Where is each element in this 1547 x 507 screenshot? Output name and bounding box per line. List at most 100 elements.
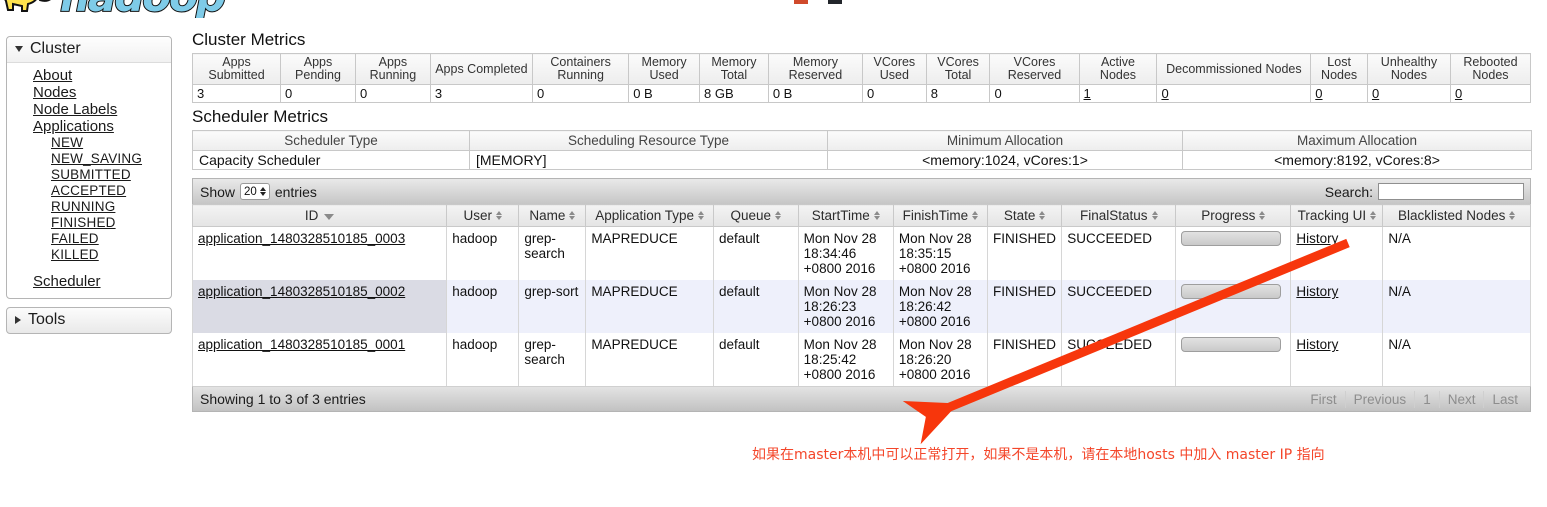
val-active-nodes[interactable]: 1 (1078, 84, 1158, 103)
col-finishtime[interactable]: FinishTime (892, 204, 989, 227)
sidebar-cluster-header[interactable]: Cluster (7, 37, 171, 63)
val-vcores-total: 8 (925, 84, 991, 103)
link-decommissioned-nodes[interactable]: 0 (1161, 86, 1168, 101)
cell-id[interactable]: application_1480328510185_0002 (191, 280, 448, 333)
cell-id[interactable]: application_1480328510185_0003 (191, 226, 448, 280)
link-lost-nodes[interactable]: 0 (1315, 86, 1322, 101)
sidebar-link-new-saving[interactable]: NEW_SAVING (51, 151, 142, 166)
application-id-link[interactable]: application_1480328510185_0002 (198, 284, 405, 299)
sidebar-link-applications[interactable]: Applications (33, 118, 114, 135)
hadoop-logo[interactable]: hadoop (0, 0, 320, 18)
col-name[interactable]: Name (518, 204, 587, 227)
datatable-toolbar: Show 20 entries Search: (192, 178, 1531, 204)
sidebar-app-state-list: NEW NEW_SAVING SUBMITTED ACCEPTED RUNNIN… (33, 135, 171, 263)
sidebar-item-running[interactable]: RUNNING (51, 199, 171, 215)
sidebar-link-new[interactable]: NEW (51, 135, 83, 150)
col-user[interactable]: User (446, 204, 520, 227)
application-id-link[interactable]: application_1480328510185_0001 (198, 337, 405, 352)
col-finalstatus[interactable]: FinalStatus (1061, 204, 1177, 227)
page-length-control[interactable]: Show 20 entries (200, 183, 317, 200)
datatable-info: Showing 1 to 3 of 3 entries (200, 391, 366, 407)
sidebar-link-running[interactable]: RUNNING (51, 199, 115, 214)
cluster-metrics-table: Apps Submitted Apps Pending Apps Running… (191, 53, 1532, 103)
tracking-ui-link[interactable]: History (1296, 284, 1338, 299)
tracking-ui-link[interactable]: History (1296, 231, 1338, 246)
pagination-next[interactable]: Next (1438, 390, 1484, 408)
val-vcores-used: 0 (861, 84, 927, 103)
sort-both-icon (1039, 211, 1046, 220)
sort-both-icon (1370, 211, 1377, 220)
sidebar-link-node-labels[interactable]: Node Labels (33, 101, 117, 118)
col-queue[interactable]: Queue (712, 204, 799, 227)
col-progress[interactable]: Progress (1175, 204, 1292, 227)
page-length-select[interactable]: 20 (240, 183, 270, 200)
val-apps-running: 0 (354, 84, 431, 103)
sidebar-item-failed[interactable]: FAILED (51, 231, 171, 247)
cell-progress (1175, 226, 1292, 280)
sidebar-item-scheduler[interactable]: Scheduler (33, 273, 171, 290)
tracking-ui-link[interactable]: History (1296, 337, 1338, 352)
col-state[interactable]: State (986, 204, 1063, 227)
col-apps-completed: Apps Completed (429, 53, 534, 85)
applications-datatable: Show 20 entries Search: ID User Name App… (191, 178, 1531, 412)
table-row[interactable]: application_1480328510185_0002 hadoop gr… (191, 280, 1531, 333)
sidebar-item-about[interactable]: About (33, 67, 171, 84)
sidebar-link-about[interactable]: About (33, 67, 72, 84)
link-active-nodes[interactable]: 1 (1084, 86, 1091, 101)
sidebar-item-new[interactable]: NEW (51, 135, 171, 151)
sidebar-item-applications[interactable]: Applications (33, 118, 171, 135)
table-row[interactable]: application_1480328510185_0001 hadoop gr… (191, 333, 1531, 386)
sidebar-item-new-saving[interactable]: NEW_SAVING (51, 151, 171, 167)
link-unhealthy-nodes[interactable]: 0 (1372, 86, 1379, 101)
sidebar-link-accepted[interactable]: ACCEPTED (51, 183, 126, 198)
val-unhealthy-nodes[interactable]: 0 (1366, 84, 1451, 103)
sidebar-item-submitted[interactable]: SUBMITTED (51, 167, 171, 183)
sidebar-link-scheduler[interactable]: Scheduler (33, 273, 101, 290)
val-scheduling-resource-type: [MEMORY] (469, 150, 828, 170)
sidebar-item-killed[interactable]: KILLED (51, 247, 171, 263)
sidebar-item-nodes[interactable]: Nodes (33, 84, 171, 101)
pagination-last[interactable]: Last (1483, 390, 1526, 408)
col-application-type[interactable]: Application Type (585, 204, 714, 227)
sidebar-link-finished[interactable]: FINISHED (51, 215, 116, 230)
sidebar: Cluster About Nodes Node Labels Applicat… (6, 36, 172, 334)
pagination-page-1[interactable]: 1 (1414, 390, 1439, 408)
sidebar-link-killed[interactable]: KILLED (51, 247, 99, 262)
val-decommissioned-nodes[interactable]: 0 (1156, 84, 1312, 103)
val-scheduler-type: Capacity Scheduler (192, 150, 470, 170)
sidebar-tools-header[interactable]: Tools (6, 307, 172, 334)
pagination-previous[interactable]: Previous (1344, 390, 1415, 408)
sidebar-link-failed[interactable]: FAILED (51, 231, 99, 246)
sidebar-link-submitted[interactable]: SUBMITTED (51, 167, 131, 182)
col-id[interactable]: ID (191, 204, 448, 227)
cell-tracking-ui[interactable]: History (1290, 280, 1384, 333)
pagination-first[interactable]: First (1302, 391, 1344, 408)
cluster-metrics-header-row: Apps Submitted Apps Pending Apps Running… (191, 53, 1532, 85)
datatable-footer: Showing 1 to 3 of 3 entries First Previo… (192, 386, 1531, 412)
col-minimum-allocation: Minimum Allocation (827, 130, 1183, 151)
cell-tracking-ui[interactable]: History (1290, 333, 1384, 386)
sort-both-icon (569, 211, 576, 220)
application-id-link[interactable]: application_1480328510185_0003 (198, 231, 405, 246)
val-rebooted-nodes[interactable]: 0 (1449, 84, 1532, 103)
cell-tracking-ui[interactable]: History (1290, 226, 1384, 280)
sidebar-item-finished[interactable]: FINISHED (51, 215, 171, 231)
col-starttime[interactable]: StartTime (797, 204, 894, 227)
val-minimum-allocation: <memory:1024, vCores:1> (827, 150, 1183, 170)
cell-user: hadoop (446, 333, 520, 386)
applications-header-row: ID User Name Application Type Queue Star… (191, 204, 1531, 227)
col-tracking-ui[interactable]: Tracking UI (1290, 204, 1384, 227)
sidebar-tools-label: Tools (28, 311, 66, 328)
table-row[interactable]: application_1480328510185_0003 hadoop gr… (191, 226, 1531, 280)
sidebar-item-accepted[interactable]: ACCEPTED (51, 183, 171, 199)
cell-queue: default (712, 333, 799, 386)
sidebar-link-nodes[interactable]: Nodes (33, 84, 76, 101)
col-lost-nodes: Lost Nodes (1310, 53, 1368, 85)
col-blacklisted-nodes[interactable]: Blacklisted Nodes (1382, 204, 1531, 227)
cell-id[interactable]: application_1480328510185_0001 (191, 333, 448, 386)
link-rebooted-nodes[interactable]: 0 (1455, 86, 1462, 101)
search-input[interactable] (1378, 183, 1524, 200)
cell-state: FINISHED (986, 226, 1063, 280)
sidebar-item-node-labels[interactable]: Node Labels (33, 101, 171, 118)
val-lost-nodes[interactable]: 0 (1310, 84, 1368, 103)
